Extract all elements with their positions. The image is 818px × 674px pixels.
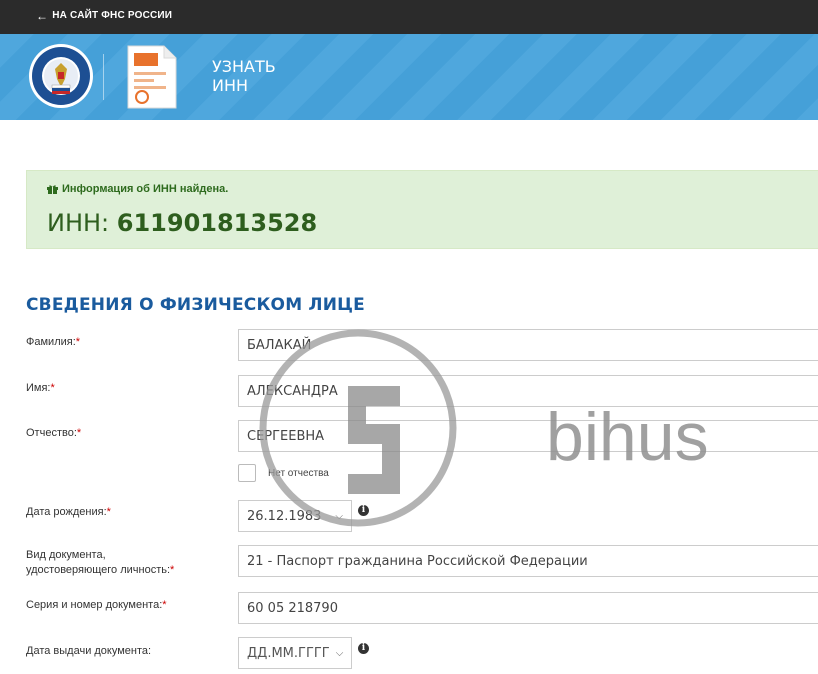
alert-heading: Информация об ИНН найдена. (47, 183, 228, 195)
inn-value: 611901813528 (116, 209, 318, 237)
doc-number-field[interactable]: 60 05 218790 (238, 592, 818, 624)
doc-date-label: Дата выдачи документа: (26, 645, 152, 657)
doc-type-select[interactable]: 21 - Паспорт гражданина Российской Федер… (238, 545, 818, 577)
surname-field[interactable]: БАЛАКАЙ (238, 329, 818, 361)
birth-date-label: Дата рождения:* (26, 506, 111, 518)
arrow-left-icon: ← (36, 8, 49, 23)
fns-emblem-logo[interactable] (28, 43, 94, 109)
patronymic-label: Отчество:* (26, 427, 82, 439)
section-title: СВЕДЕНИЯ О ФИЗИЧЕСКОМ ЛИЦЕ (26, 295, 365, 315)
app-title: УЗНАТЬ ИНН (212, 57, 276, 95)
chevron-down-icon: ⌵ (335, 647, 344, 659)
doc-date-picker[interactable]: ДД.ММ.ГГГГ ⌵ (238, 637, 352, 669)
inn-found-alert: Информация об ИНН найдена. ИНН: 61190181… (26, 170, 818, 249)
doc-date-info-icon[interactable]: i (358, 643, 369, 654)
birth-date-info-icon[interactable]: i (358, 505, 369, 516)
name-field[interactable]: АЛЕКСАНДРА (238, 375, 818, 407)
doc-number-label: Серия и номер документа:* (26, 599, 167, 611)
birth-date-picker[interactable]: 26.12.1983 ⌵ (238, 500, 352, 532)
inn-prefix: ИНН: (47, 209, 110, 237)
no-patronymic-checkbox[interactable] (238, 464, 256, 482)
doc-type-label: Вид документа, удостоверяющего личность:… (26, 549, 175, 576)
back-link-label: НА САЙТ ФНС РОССИИ (52, 10, 173, 21)
inn-document-icon (127, 45, 177, 109)
surname-label: Фамилия:* (26, 336, 81, 348)
patronymic-field[interactable]: СЕРГЕЕВНА (238, 420, 818, 452)
top-bar: ← НА САЙТ ФНС РОССИИ (0, 0, 818, 34)
inn-result: ИНН: 611901813528 (47, 209, 317, 237)
gift-icon (47, 185, 58, 194)
no-patronymic-label: Нет отчества (268, 468, 329, 479)
header-banner: УЗНАТЬ ИНН (0, 34, 818, 120)
name-label: Имя:* (26, 382, 55, 394)
back-to-fns-link[interactable]: ← НА САЙТ ФНС РОССИИ (36, 8, 173, 23)
chevron-down-icon: ⌵ (335, 510, 343, 522)
header-divider (103, 54, 104, 100)
alert-heading-text: Информация об ИНН найдена. (62, 183, 229, 195)
